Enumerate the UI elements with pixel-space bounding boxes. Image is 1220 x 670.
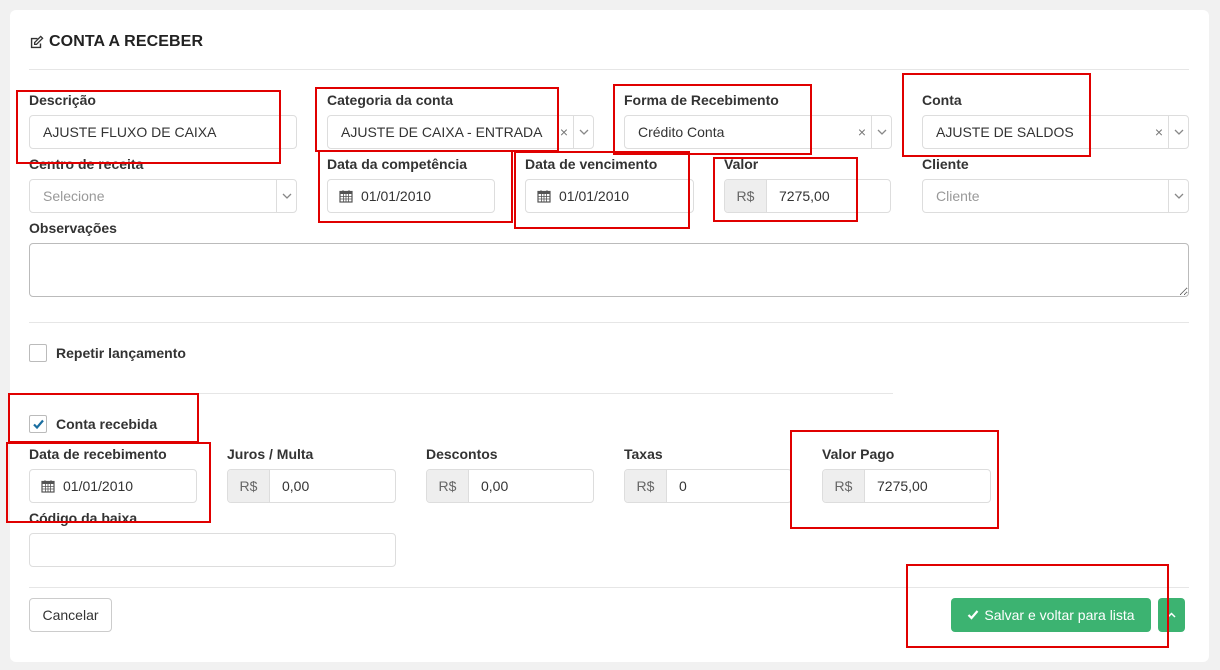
vencimento-label: Data de vencimento (525, 156, 658, 172)
received-label: Conta recebida (56, 416, 158, 432)
repeat-checkbox-row[interactable]: Repetir lançamento (29, 344, 186, 362)
cliente-label: Cliente (922, 156, 969, 172)
codigo-baixa-label: Código da baixa (29, 510, 138, 526)
cliente-placeholder: Cliente (936, 188, 980, 204)
valor-label: Valor (724, 156, 759, 172)
currency-addon: R$ (823, 470, 865, 502)
calendar-icon (339, 190, 353, 203)
received-checkbox[interactable] (29, 415, 47, 433)
juros-label: Juros / Multa (227, 446, 314, 462)
competencia-label: Data da competência (327, 156, 468, 172)
categoria-value: AJUSTE DE CAIXA - ENTRADA (341, 124, 543, 140)
descontos-value: 0,00 (481, 478, 509, 494)
forma-value: Crédito Conta (638, 124, 725, 140)
forma-select[interactable]: Crédito Conta × (624, 115, 892, 149)
chevron-down-icon[interactable] (573, 116, 593, 148)
codigo-baixa-input[interactable] (29, 533, 396, 567)
chevron-down-icon[interactable] (1168, 180, 1188, 212)
conta-value: AJUSTE DE SALDOS (936, 124, 1074, 140)
save-button[interactable]: Salvar e voltar para lista (951, 598, 1151, 632)
data-recebimento-label: Data de recebimento (29, 446, 167, 462)
chevron-down-icon[interactable] (276, 180, 296, 212)
juros-input[interactable]: R$ 0,00 (227, 469, 396, 503)
save-options-button[interactable] (1158, 598, 1185, 632)
conta-label: Conta (922, 92, 962, 108)
observacoes-textarea[interactable] (29, 243, 1189, 297)
currency-addon: R$ (625, 470, 667, 502)
clear-icon[interactable]: × (1150, 124, 1168, 140)
valor-input[interactable]: R$ 7275,00 (724, 179, 891, 213)
centro-select[interactable]: Selecione (29, 179, 297, 213)
edit-icon (30, 34, 44, 48)
page-title: CONTA A RECEBER (29, 33, 203, 51)
descricao-value: AJUSTE FLUXO DE CAIXA (43, 124, 217, 140)
clear-icon[interactable]: × (555, 124, 573, 140)
descricao-label: Descrição (29, 92, 96, 108)
chevron-down-icon[interactable] (1168, 116, 1188, 148)
currency-addon: R$ (228, 470, 270, 502)
observacoes-label: Observações (29, 220, 117, 236)
save-button-label: Salvar e voltar para lista (984, 607, 1135, 623)
divider (29, 322, 1189, 323)
cliente-select[interactable]: Cliente (922, 179, 1189, 213)
forma-label: Forma de Recebimento (624, 92, 779, 108)
repeat-label: Repetir lançamento (56, 345, 186, 361)
valor-pago-input[interactable]: R$ 7275,00 (822, 469, 991, 503)
check-icon (968, 610, 979, 620)
taxas-input[interactable]: R$ 0 (624, 469, 792, 503)
descricao-input[interactable]: AJUSTE FLUXO DE CAIXA (29, 115, 297, 149)
descontos-input[interactable]: R$ 0,00 (426, 469, 594, 503)
calendar-icon (537, 190, 551, 203)
page-title-text: CONTA A RECEBER (49, 33, 204, 50)
data-recebimento-input[interactable]: 01/01/2010 (29, 469, 197, 503)
currency-addon: R$ (427, 470, 469, 502)
divider (29, 587, 1189, 588)
competencia-input[interactable]: 01/01/2010 (327, 179, 495, 213)
calendar-icon (41, 480, 55, 493)
chevron-down-icon[interactable] (871, 116, 891, 148)
cancel-button[interactable]: Cancelar (29, 598, 112, 632)
vencimento-input[interactable]: 01/01/2010 (525, 179, 694, 213)
conta-select[interactable]: AJUSTE DE SALDOS × (922, 115, 1189, 149)
competencia-value: 01/01/2010 (361, 188, 432, 204)
categoria-label: Categoria da conta (327, 92, 454, 108)
data-recebimento-value: 01/01/2010 (63, 478, 134, 494)
chevron-up-icon (1167, 611, 1176, 618)
repeat-checkbox[interactable] (29, 344, 47, 362)
valor-pago-label: Valor Pago (822, 446, 895, 462)
received-checkbox-row[interactable]: Conta recebida (29, 415, 157, 433)
clear-icon[interactable]: × (853, 124, 871, 140)
categoria-select[interactable]: AJUSTE DE CAIXA - ENTRADA × (327, 115, 594, 149)
centro-label: Centro de receita (29, 156, 144, 172)
divider (29, 393, 893, 394)
valor-pago-value: 7275,00 (877, 478, 928, 494)
centro-placeholder: Selecione (43, 188, 105, 204)
taxas-label: Taxas (624, 446, 663, 462)
descontos-label: Descontos (426, 446, 498, 462)
juros-value: 0,00 (282, 478, 310, 494)
valor-value: 7275,00 (779, 188, 830, 204)
check-icon (32, 419, 44, 429)
divider (29, 69, 1189, 70)
currency-addon: R$ (725, 180, 767, 212)
vencimento-value: 01/01/2010 (559, 188, 630, 204)
taxas-value: 0 (679, 478, 687, 494)
